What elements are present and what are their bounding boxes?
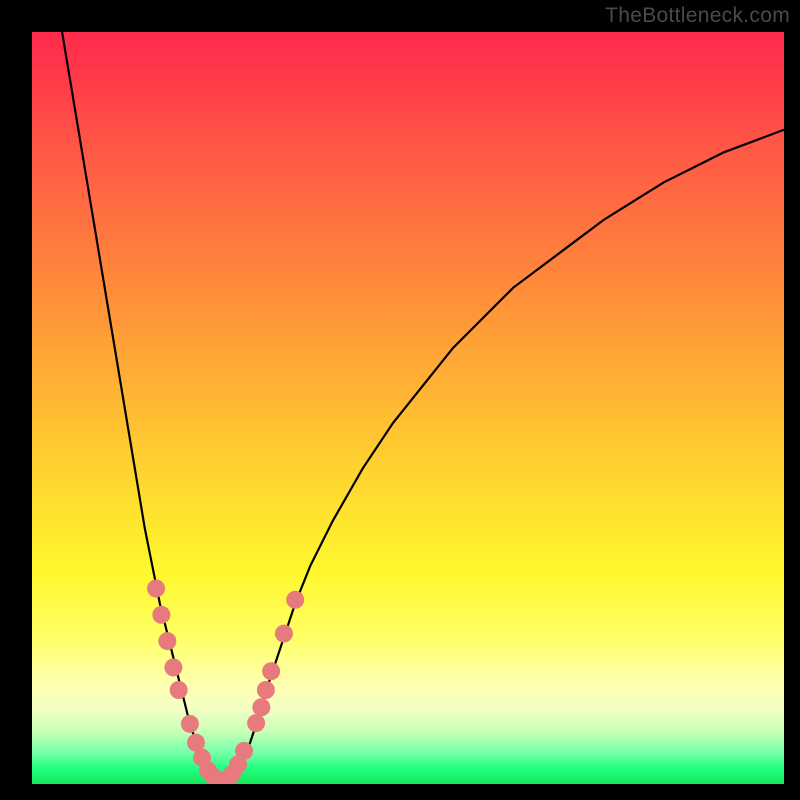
curve-marker (286, 591, 304, 609)
curve-marker (275, 625, 293, 643)
curve-marker (164, 658, 182, 676)
curve-marker (252, 698, 270, 716)
curve-layer (32, 32, 784, 784)
curve-marker (170, 681, 188, 699)
curve-marker (235, 742, 253, 760)
curve-marker (247, 714, 265, 732)
curve-marker (262, 662, 280, 680)
curve-marker (147, 579, 165, 597)
watermark-text: TheBottleneck.com (605, 4, 790, 28)
curve-marker (158, 632, 176, 650)
plot-area (32, 32, 784, 784)
chart-frame: TheBottleneck.com (0, 0, 800, 800)
curve-marker (181, 715, 199, 733)
curve-marker (257, 681, 275, 699)
curve-markers (147, 579, 304, 784)
curve-marker (152, 606, 170, 624)
